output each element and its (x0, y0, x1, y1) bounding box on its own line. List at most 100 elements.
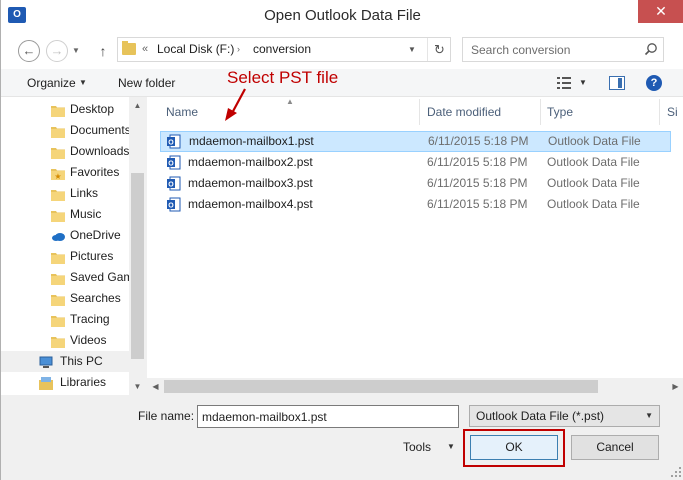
file-type: Outlook Data File (547, 155, 640, 169)
sidebar-item-downloads[interactable]: Downloads (1, 141, 129, 162)
sidebar-item-label: Favorites (70, 165, 120, 179)
back-button[interactable]: ← (18, 40, 40, 62)
folder-icon (51, 250, 65, 264)
breadcrumb-local-disk[interactable]: Local Disk (F:) (157, 38, 234, 61)
svg-text:O: O (168, 182, 174, 189)
scroll-down-icon[interactable]: ▼ (129, 378, 146, 395)
close-button[interactable]: ✕ (638, 0, 683, 23)
dialog-footer: File name: Outlook Data File (*.pst) ▼ T… (1, 395, 683, 480)
resize-grip-icon[interactable] (671, 467, 681, 477)
folder-icon (51, 145, 65, 159)
sidebar-item-links[interactable]: Links (1, 183, 129, 204)
sidebar-item-libraries[interactable]: Libraries (1, 372, 129, 393)
forward-button[interactable]: → (46, 40, 68, 62)
file-date-modified: 6/11/2015 5:18 PM (427, 197, 528, 211)
sidebar-item-searches[interactable]: Searches (1, 288, 129, 309)
tools-button[interactable]: Tools (403, 436, 431, 458)
sidebar-item-label: This PC (60, 354, 103, 368)
file-list[interactable]: Name ▲ Date modified Type Si Omdaemon-ma… (147, 68, 683, 395)
annotation-label: Select PST file (227, 68, 339, 87)
file-name: mdaemon-mailbox3.pst (188, 176, 313, 190)
libraries-icon (39, 376, 53, 390)
sidebar-item-label: Documents (70, 123, 129, 137)
column-divider[interactable] (419, 99, 420, 125)
recent-locations-chevron-down-icon[interactable]: ▼ (72, 40, 84, 62)
address-bar[interactable]: « Local Disk (F:) › conversion ▼ ↻ (117, 37, 451, 62)
tools-chevron-down-icon[interactable]: ▼ (447, 436, 455, 458)
breadcrumb-conversion[interactable]: conversion (253, 38, 311, 61)
help-icon[interactable]: ? (646, 75, 662, 91)
folder-icon (51, 208, 65, 222)
annotation-arrow-icon (225, 88, 246, 121)
pst-file-icon: O (166, 197, 181, 212)
sidebar-item-videos[interactable]: Videos (1, 330, 129, 351)
sidebar-item-desktop[interactable]: Desktop (1, 99, 129, 120)
address-history-chevron-down-icon[interactable]: ▼ (408, 38, 416, 61)
address-row: ← → ▼ ↑ « Local Disk (F:) › conversion ▼… (1, 31, 683, 69)
sidebar-item-label: Links (70, 186, 99, 200)
breadcrumb-separator-icon[interactable]: › (237, 38, 240, 61)
view-options-icon[interactable] (557, 77, 571, 89)
column-divider[interactable] (540, 99, 541, 125)
svg-text:O: O (168, 203, 174, 210)
folder-icon (51, 313, 65, 327)
file-type-value: Outlook Data File (*.pst) (476, 409, 605, 423)
file-date-modified: 6/11/2015 5:18 PM (427, 155, 528, 169)
file-date-modified: 6/11/2015 5:18 PM (427, 176, 528, 190)
column-divider[interactable] (659, 99, 660, 125)
sidebar-item-label: Desktop (70, 102, 115, 116)
file-date-modified: 6/11/2015 5:18 PM (428, 134, 529, 148)
scroll-up-icon[interactable]: ▲ (129, 97, 146, 114)
scroll-right-icon[interactable]: ▶ (667, 378, 683, 395)
sidebar-item-label: Saved Gam (70, 270, 129, 284)
sidebar-item-tracing[interactable]: Tracing (1, 309, 129, 330)
horizontal-scrollbar-thumb[interactable] (164, 380, 598, 393)
column-header-date-modified[interactable]: Date modified (427, 97, 501, 127)
sidebar-item-music[interactable]: Music (1, 204, 129, 225)
cancel-button[interactable]: Cancel (571, 435, 659, 460)
sidebar-item-label: OneDrive (70, 228, 121, 242)
sidebar-item-favorites[interactable]: ★ Favorites (1, 162, 129, 183)
table-row[interactable]: Omdaemon-mailbox3.pst 6/11/2015 5:18 PM Ou… (160, 173, 671, 194)
ok-button[interactable]: OK (470, 435, 558, 460)
nav-scrollbar-thumb[interactable] (131, 173, 144, 359)
sidebar-item-label: Tracing (70, 312, 110, 326)
preview-pane-icon[interactable] (609, 76, 625, 90)
folder-icon (51, 271, 65, 285)
folder-icon (122, 41, 136, 55)
file-name-input[interactable] (197, 405, 459, 428)
file-name: mdaemon-mailbox4.pst (188, 197, 313, 211)
scroll-left-icon[interactable]: ◀ (147, 378, 164, 395)
organize-button[interactable]: Organize (27, 69, 76, 97)
file-type-chevron-down-icon[interactable]: ▼ (645, 406, 653, 426)
file-type: Outlook Data File (547, 197, 640, 211)
sidebar-item-pictures[interactable]: Pictures (1, 246, 129, 267)
column-header-type[interactable]: Type (547, 97, 573, 127)
file-name: mdaemon-mailbox2.pst (188, 155, 313, 169)
column-header-size[interactable]: Si (667, 97, 678, 127)
sidebar-item-label: Searches (70, 291, 121, 305)
file-type: Outlook Data File (548, 134, 641, 148)
view-options-chevron-down-icon[interactable]: ▼ (579, 69, 587, 97)
sidebar-item-documents[interactable]: Documents (1, 120, 129, 141)
title-bar[interactable]: O Open Outlook Data File ✕ (1, 0, 683, 31)
organize-chevron-down-icon[interactable]: ▼ (79, 69, 87, 97)
up-button[interactable]: ↑ (95, 40, 111, 62)
search-input[interactable] (463, 38, 639, 61)
nav-scrollbar[interactable]: ▲ ▼ (129, 97, 146, 395)
search-box[interactable] (462, 37, 664, 62)
breadcrumb-overflow[interactable]: « (142, 38, 148, 61)
column-header-name[interactable]: Name (166, 97, 198, 127)
new-folder-button[interactable]: New folder (118, 69, 175, 97)
horizontal-scrollbar[interactable]: ◀ ▶ (147, 378, 683, 395)
file-type-select[interactable]: Outlook Data File (*.pst) ▼ (469, 405, 660, 427)
navigation-pane[interactable]: Desktop Documents Downloads ★ Favorites Links… (1, 97, 146, 395)
refresh-button[interactable]: ↻ (427, 38, 451, 61)
table-row[interactable]: Omdaemon-mailbox2.pst 6/11/2015 5:18 PM Ou… (160, 152, 671, 173)
sidebar-item-saved-gam[interactable]: Saved Gam (1, 267, 129, 288)
svg-text:O: O (168, 161, 174, 168)
sidebar-item-onedrive[interactable]: OneDrive (1, 225, 129, 246)
sidebar-item-this-pc[interactable]: This PC (1, 351, 129, 372)
table-row[interactable]: Omdaemon-mailbox4.pst 6/11/2015 5:18 PM Ou… (160, 194, 671, 215)
search-icon[interactable] (644, 42, 658, 56)
